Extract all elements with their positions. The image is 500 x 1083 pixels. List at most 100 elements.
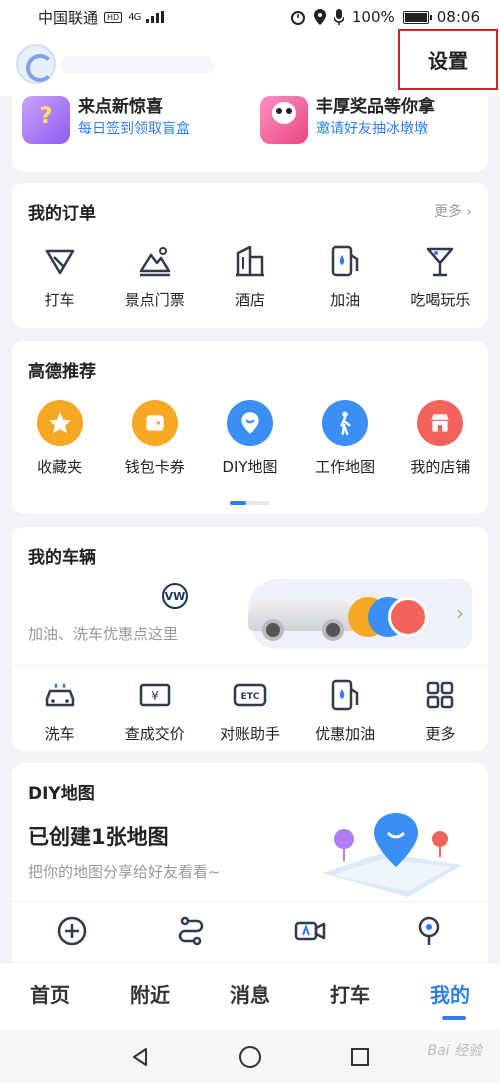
vehicle-more-label: 更多 <box>425 725 456 743</box>
back-triangle-icon <box>133 1047 147 1066</box>
rec-favorites-label: 收藏夹 <box>37 458 83 476</box>
location-pin-icon <box>411 913 447 949</box>
chevron-right-icon: › <box>466 204 472 220</box>
vehicle-title: 我的车辆 <box>28 548 96 568</box>
signal-icon <box>146 11 165 23</box>
panda-prize-icon <box>260 96 308 144</box>
route-icon <box>173 913 209 949</box>
network-label: 4G <box>128 11 141 23</box>
fuel-icon <box>327 243 363 279</box>
carousel-pager <box>230 501 270 505</box>
rec-favorites[interactable]: 收藏夹 <box>15 400 105 477</box>
diy-create-button[interactable] <box>27 913 117 949</box>
fuel-coupon-icon <box>388 597 428 637</box>
battery-icon <box>402 10 432 24</box>
vehicle-desc: 加油、洗车优惠点这里 <box>28 625 179 643</box>
my-vehicle-card: 我的车辆 VW 加油、洗车优惠点这里 › 洗车 ¥ 查成交价 ETC 对账助手 … <box>12 527 488 751</box>
divider <box>12 665 488 666</box>
tab-nearby[interactable]: 附近 <box>130 979 170 1014</box>
recommend-title: 高德推荐 <box>28 362 96 382</box>
scenic-ticket-icon <box>137 243 173 279</box>
svg-text:ETC: ETC <box>241 692 260 702</box>
rec-my-shop[interactable]: 我的店铺 <box>395 400 485 477</box>
order-hotel[interactable]: 酒店 <box>205 243 295 310</box>
order-hotel-label: 酒店 <box>234 291 265 309</box>
rec-work-map[interactable]: 工作地图 <box>300 400 390 477</box>
invite-friend-promo[interactable]: 丰厚奖品等你拿 邀请好友抽冰墩墩 <box>260 96 435 144</box>
status-right: 100% 08:06 <box>290 8 480 26</box>
tab-home[interactable]: 首页 <box>30 979 70 1014</box>
video-record-icon <box>292 913 328 949</box>
promo-right-title: 丰厚奖品等你拿 <box>316 97 435 117</box>
vehicle-banner[interactable]: › <box>248 579 472 649</box>
tab-mine[interactable]: 我的 <box>430 979 470 1020</box>
username-redacted[interactable] <box>60 56 215 74</box>
promo-left-title: 来点新惊喜 <box>78 97 163 117</box>
promo-left-sub: 每日签到领取盲盒 <box>78 121 190 137</box>
tab-taxi[interactable]: 打车 <box>330 979 370 1014</box>
diy-icon-row <box>12 913 488 949</box>
tab-messages[interactable]: 消息 <box>230 979 270 1014</box>
car-wash-icon <box>42 677 78 713</box>
vehicle-billing-helper[interactable]: ETC 对账助手 <box>205 677 295 744</box>
alarm-icon <box>290 11 305 25</box>
wallet-icon <box>131 400 178 446</box>
orders-title: 我的订单 <box>28 204 96 224</box>
recents-button[interactable] <box>345 1042 375 1072</box>
order-scenic-label: 景点门票 <box>124 291 185 309</box>
home-circle-icon <box>239 1045 261 1068</box>
diy-map-card: DIY地图 已创建1张地图 把你的地图分享给好友看看~ <box>12 763 488 983</box>
battery-percent: 100% <box>351 8 395 26</box>
diy-video-button[interactable] <box>265 913 355 949</box>
carrier-label: 中国联通 <box>38 8 99 27</box>
vehicle-price-check[interactable]: ¥ 查成交价 <box>110 677 200 744</box>
promo-right-sub: 邀请好友抽冰墩墩 <box>316 121 428 137</box>
rec-diy-map-label: DIY地图 <box>222 458 278 476</box>
bottom-tab-bar: 首页 附近 消息 打车 我的 <box>0 962 500 1030</box>
my-orders-card: 我的订单 更多 › 打车 景点门票 酒店 加油 吃喝玩乐 <box>12 183 488 328</box>
star-icon <box>36 400 83 446</box>
rec-work-map-label: 工作地图 <box>315 458 376 476</box>
shop-icon <box>417 400 464 446</box>
profile-header: 设置 <box>0 29 500 96</box>
order-taxi[interactable]: 打车 <box>15 243 105 310</box>
settings-button[interactable]: 设置 <box>398 29 498 90</box>
order-fuel[interactable]: 加油 <box>300 243 390 310</box>
walker-icon <box>322 400 369 446</box>
daily-checkin-promo[interactable]: 来点新惊喜 每日签到领取盲盒 <box>22 96 190 144</box>
vehicle-car-wash-label: 洗车 <box>44 725 75 743</box>
order-food-fun[interactable]: 吃喝玩乐 <box>395 243 485 310</box>
microphone-icon <box>333 9 344 25</box>
grid-more-icon <box>422 677 458 713</box>
back-button[interactable] <box>125 1042 155 1072</box>
hd-icon: HD <box>104 11 123 23</box>
chevron-right-icon: › <box>456 601 464 625</box>
order-scenic-ticket[interactable]: 景点门票 <box>110 243 200 310</box>
orders-more-label: 更多 <box>433 204 462 220</box>
diy-created-count[interactable]: 已创建1张地图 <box>28 821 169 851</box>
plus-circle-icon <box>54 913 90 949</box>
avatar[interactable] <box>16 44 56 84</box>
rec-wallet[interactable]: 钱包卡券 <box>110 400 200 477</box>
orders-icon-row: 打车 景点门票 酒店 加油 吃喝玩乐 <box>12 243 488 310</box>
recents-square-icon <box>351 1047 369 1066</box>
vehicle-car-wash[interactable]: 洗车 <box>15 677 105 744</box>
vehicle-more[interactable]: 更多 <box>395 677 485 744</box>
system-navigation-bar <box>0 1030 500 1083</box>
vehicle-fuel-discount[interactable]: 优惠加油 <box>300 677 390 744</box>
svg-text:¥: ¥ <box>151 689 159 703</box>
wheel-icon <box>262 619 284 641</box>
home-button[interactable] <box>235 1042 265 1072</box>
vehicle-icon-row: 洗车 ¥ 查成交价 ETC 对账助手 优惠加油 更多 <box>12 677 488 744</box>
watermark-text: Bai 经验 <box>427 1043 482 1059</box>
map-illustration-icon <box>322 813 462 897</box>
rec-diy-map[interactable]: DIY地图 <box>205 400 295 477</box>
order-taxi-label: 打车 <box>44 291 75 309</box>
price-tag-icon: ¥ <box>137 677 173 713</box>
pager-active-dot <box>230 501 246 505</box>
etc-icon: ETC <box>232 677 268 713</box>
diy-route-button[interactable] <box>146 913 236 949</box>
diy-share-hint: 把你的地图分享给好友看看~ <box>28 863 221 881</box>
orders-more-link[interactable]: 更多 › <box>434 201 472 221</box>
diy-pin-button[interactable] <box>384 913 474 949</box>
